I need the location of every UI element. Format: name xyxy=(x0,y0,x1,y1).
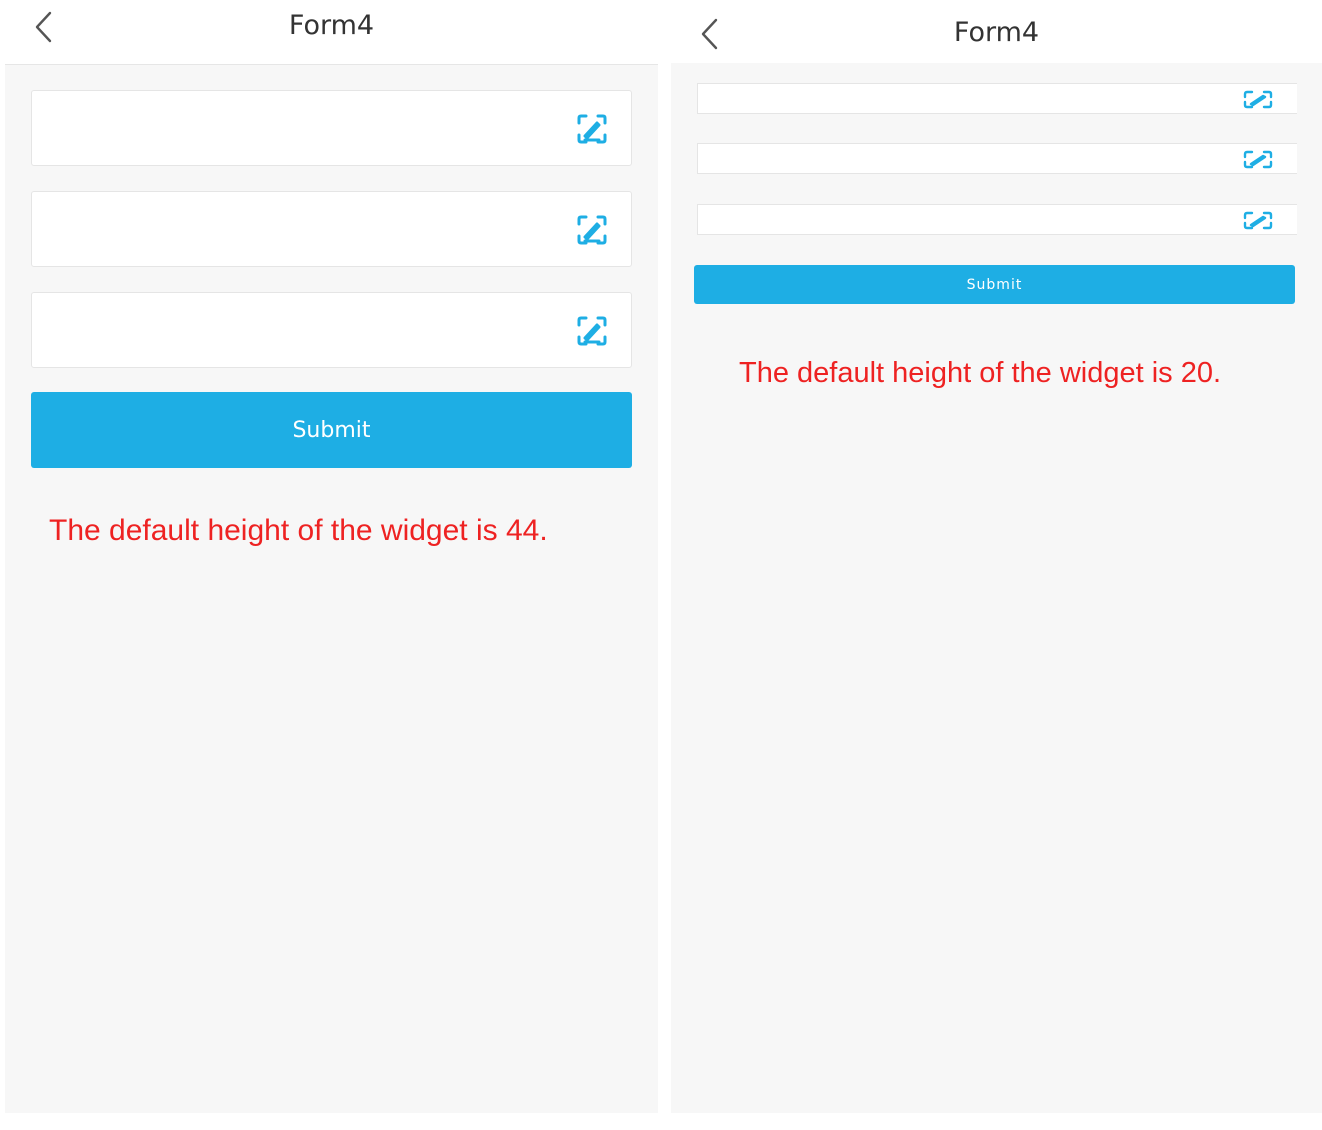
submit-button[interactable]: Submit xyxy=(694,265,1295,304)
scan-edit-icon[interactable] xyxy=(575,112,609,146)
text-field-2[interactable] xyxy=(31,191,632,267)
widget-height-note: The default height of the widget is 20. xyxy=(739,357,1222,389)
navigation-bar: Form4 xyxy=(671,0,1322,63)
scan-edit-icon[interactable] xyxy=(1241,211,1275,230)
widget-height-note: The default height of the widget is 44. xyxy=(49,514,548,547)
text-field-3[interactable] xyxy=(31,292,632,368)
scan-edit-icon[interactable] xyxy=(575,213,609,247)
left-screen: Form4 Submit The default height of the w… xyxy=(5,0,658,1113)
text-field-3[interactable] xyxy=(697,204,1297,235)
submit-button[interactable]: Submit xyxy=(31,392,632,468)
navigation-bar: Form4 xyxy=(5,0,658,65)
scan-edit-icon[interactable] xyxy=(1241,150,1275,169)
text-field-2[interactable] xyxy=(697,143,1297,174)
text-field-1[interactable] xyxy=(31,90,632,166)
scan-edit-icon[interactable] xyxy=(575,314,609,348)
page-title: Form4 xyxy=(953,17,1040,48)
right-screen: Form4 Submit The default height of the w… xyxy=(671,0,1322,1113)
text-field-1[interactable] xyxy=(697,83,1297,114)
scan-edit-icon[interactable] xyxy=(1241,90,1275,109)
page-title: Form4 xyxy=(288,10,375,41)
